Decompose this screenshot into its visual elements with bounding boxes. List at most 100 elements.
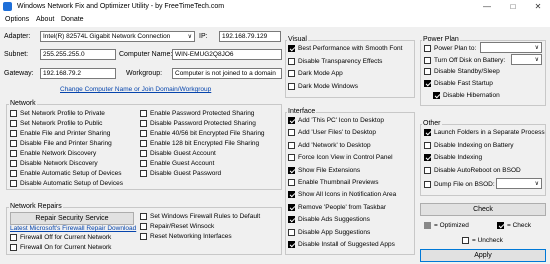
interface-checkbox-4[interactable]: Show File Extensions: [288, 166, 360, 175]
checkbox-box[interactable]: [424, 141, 431, 149]
checkbox-box[interactable]: [288, 57, 295, 65]
checkbox-box[interactable]: [288, 203, 295, 211]
other-checkbox-3[interactable]: Disable AutoReboot on BSOD: [424, 166, 521, 175]
checkbox-box[interactable]: [288, 216, 295, 224]
interface-checkbox-3[interactable]: Force Icon View in Control Panel: [288, 153, 393, 162]
checkbox-box[interactable]: [140, 160, 147, 167]
adapter-select[interactable]: Intel(R) 82574L Gigabit Network Connecti…: [40, 31, 195, 42]
checkbox-box[interactable]: [10, 120, 17, 127]
checkbox-box[interactable]: [424, 45, 431, 52]
checkbox-box[interactable]: [140, 130, 147, 137]
check-button[interactable]: Check: [420, 203, 546, 216]
power-plan-select[interactable]: ∨: [480, 42, 542, 53]
menu-about[interactable]: About: [36, 16, 54, 23]
network-checkbox-7[interactable]: Disable Automatic Setup of Devices: [10, 179, 123, 188]
repair-security-service-button[interactable]: Repair Security Service: [10, 212, 134, 225]
other-checkbox-2[interactable]: Disable Indexing: [424, 153, 482, 162]
network-checkbox-2[interactable]: Enable 40/56 bit Encrypted File Sharing: [140, 129, 265, 138]
checkbox-box[interactable]: [288, 191, 295, 199]
network-checkbox-4[interactable]: Disable Guest Account: [140, 149, 216, 158]
visual-checkbox-1[interactable]: Disable Transparency Effects: [288, 57, 382, 66]
checkbox-box[interactable]: [424, 129, 431, 136]
checkbox-box[interactable]: [140, 170, 147, 177]
visual-checkbox-3[interactable]: Dark Mode Windows: [288, 82, 358, 91]
power-plan-checkbox[interactable]: Power Plan to:: [424, 44, 476, 53]
computer-name-field[interactable]: WIN-EMUG2Q8JO6: [172, 49, 282, 60]
checkbox-box[interactable]: [10, 140, 17, 147]
checkbox-box[interactable]: [10, 244, 17, 251]
visual-checkbox-0[interactable]: Best Performance with Smooth Font: [288, 44, 402, 53]
checkbox-box[interactable]: [10, 180, 17, 187]
checkbox-box[interactable]: [10, 130, 17, 137]
network-checkbox-1[interactable]: Disable Password Protected Sharing: [140, 119, 256, 128]
network-checkbox-6[interactable]: Disable Guest Password: [140, 169, 221, 178]
checkbox-box[interactable]: [140, 150, 147, 157]
network-checkbox-1[interactable]: Set Network Profile to Public: [10, 119, 102, 128]
checkbox-box[interactable]: [10, 150, 17, 157]
checkbox-box[interactable]: [433, 92, 440, 99]
checkbox-box[interactable]: [288, 228, 295, 236]
checkbox-box[interactable]: [424, 154, 431, 161]
repairs-checkbox-1[interactable]: Firewall On for Current Network: [10, 243, 111, 252]
firewall-repair-download-link[interactable]: Latest Microsoft's Firewall Repair Downl…: [10, 225, 136, 232]
network-checkbox-6[interactable]: Enable Automatic Setup of Devices: [10, 169, 122, 178]
menu-donate[interactable]: Donate: [61, 16, 84, 23]
checkbox-box[interactable]: [424, 68, 431, 75]
checkbox-box[interactable]: [288, 45, 295, 52]
checkbox-box[interactable]: [288, 129, 295, 137]
repairs-checkbox-0[interactable]: Firewall Off for Current Network: [10, 233, 111, 242]
checkbox-box[interactable]: [140, 233, 147, 240]
interface-checkbox-1[interactable]: Add 'User Files' to Desktop: [288, 128, 376, 137]
repairs-checkbox-1[interactable]: Repair/Reset Winsock: [140, 222, 214, 231]
checkbox-box[interactable]: [10, 160, 17, 167]
maximize-button[interactable]: □: [500, 0, 526, 14]
checkbox-box[interactable]: [140, 110, 147, 117]
network-checkbox-5[interactable]: Enable Guest Account: [140, 159, 214, 168]
dump-file-select[interactable]: ∨: [496, 178, 542, 189]
power-checkbox-1[interactable]: Disable Fast Startup: [424, 79, 493, 88]
repairs-checkbox-2[interactable]: Reset Networking Interfaces: [140, 232, 232, 241]
checkbox-box[interactable]: [424, 57, 431, 64]
interface-checkbox-9[interactable]: Disable App Suggestions: [288, 228, 370, 237]
checkbox-box[interactable]: [10, 170, 17, 177]
network-checkbox-0[interactable]: Enable Password Protected Sharing: [140, 109, 254, 118]
network-checkbox-4[interactable]: Enable Network Discovery: [10, 149, 96, 158]
checkbox-box[interactable]: [288, 82, 295, 90]
interface-checkbox-7[interactable]: Remove 'People' from Taskbar: [288, 203, 386, 212]
checkbox-box[interactable]: [424, 166, 431, 174]
ip-field[interactable]: 192.168.79.129: [219, 31, 281, 42]
dump-file-checkbox[interactable]: Dump File on BSOD:: [424, 180, 495, 189]
checkbox-box[interactable]: [288, 141, 295, 149]
menu-options[interactable]: Options: [5, 16, 29, 23]
change-computer-name-link[interactable]: Change Computer Name or Join Domain/Work…: [60, 86, 211, 93]
checkbox-box[interactable]: [288, 241, 295, 248]
checkbox-box[interactable]: [424, 80, 431, 87]
visual-checkbox-2[interactable]: Dark Mode App: [288, 69, 343, 78]
checkbox-box[interactable]: [140, 213, 147, 220]
interface-checkbox-10[interactable]: Disable Install of Suggested Apps: [288, 240, 395, 249]
checkbox-box[interactable]: [288, 166, 295, 174]
other-checkbox-1[interactable]: Disable Indexing on Battery: [424, 141, 514, 150]
checkbox-box[interactable]: [424, 181, 431, 188]
checkbox-box[interactable]: [288, 70, 295, 77]
checkbox-box[interactable]: [288, 154, 295, 162]
turn-off-disk-checkbox[interactable]: Turn Off Disk on Battery:: [424, 56, 505, 65]
repairs-checkbox-0[interactable]: Set Windows Firewall Rules to Default: [140, 212, 260, 221]
checkbox-box[interactable]: [140, 140, 147, 147]
checkbox-box[interactable]: [140, 223, 147, 230]
interface-checkbox-5[interactable]: Enable Thumbnail Previews: [288, 178, 378, 187]
interface-checkbox-2[interactable]: Add 'Network' to Desktop: [288, 141, 371, 150]
network-checkbox-0[interactable]: Set Network Profile to Private: [10, 109, 105, 118]
minimize-button[interactable]: —: [474, 0, 500, 14]
checkbox-box[interactable]: [10, 234, 17, 241]
checkbox-box[interactable]: [288, 117, 295, 124]
turn-off-disk-select[interactable]: ∨: [511, 54, 542, 65]
power-checkbox-2[interactable]: Disable Hibernation: [433, 91, 500, 100]
subnet-field[interactable]: 255.255.255.0: [40, 49, 116, 60]
gateway-field[interactable]: 192.168.79.2: [40, 68, 116, 79]
network-checkbox-2[interactable]: Enable File and Printer Sharing: [10, 129, 110, 138]
checkbox-box[interactable]: [140, 120, 147, 127]
power-checkbox-0[interactable]: Disable Standby/Sleep: [424, 67, 500, 76]
network-checkbox-5[interactable]: Disable Network Discovery: [10, 159, 98, 168]
network-checkbox-3[interactable]: Enable 128 bit Encrypted File Sharing: [140, 139, 259, 148]
